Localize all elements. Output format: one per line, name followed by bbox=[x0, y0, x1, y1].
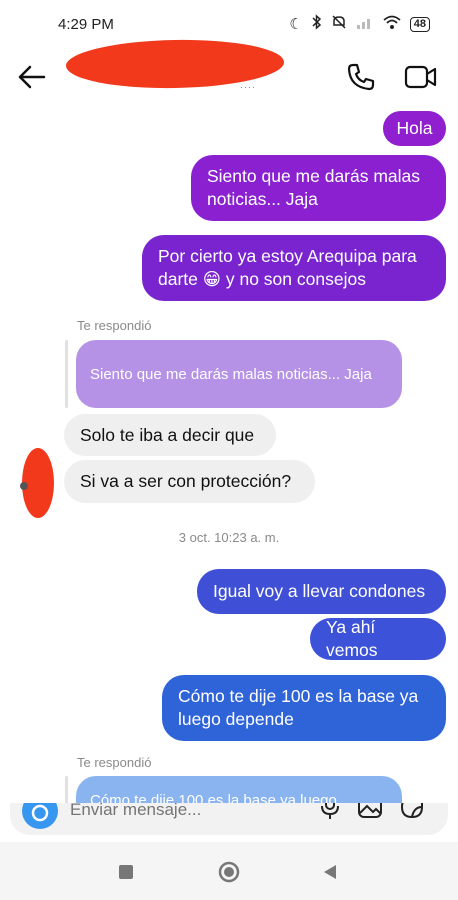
reply-indicator-bar bbox=[65, 776, 68, 806]
battery-indicator: 48 bbox=[409, 16, 430, 32]
video-camera-icon bbox=[404, 65, 437, 89]
gallery-button[interactable] bbox=[356, 803, 384, 821]
circle-icon bbox=[218, 861, 240, 883]
wifi-icon bbox=[383, 15, 401, 33]
outgoing-message[interactable]: Ya ahí vemos bbox=[310, 617, 446, 660]
incoming-message[interactable]: Solo te iba a decir que bbox=[64, 414, 276, 456]
triangle-left-icon bbox=[324, 865, 336, 879]
image-icon bbox=[358, 803, 382, 818]
outgoing-message[interactable]: Hola bbox=[383, 111, 446, 146]
incoming-message[interactable]: Si va a ser con protección? bbox=[64, 460, 315, 503]
message-text: Hola bbox=[396, 118, 433, 138]
message-text: Ya ahí vemos bbox=[326, 617, 378, 660]
message-input[interactable] bbox=[70, 803, 290, 825]
avatar bbox=[20, 482, 28, 490]
reply-label: Te respondió bbox=[77, 755, 152, 770]
recents-button[interactable] bbox=[118, 864, 140, 886]
status-bar: 4:29 PM ☾ 48 bbox=[0, 0, 458, 44]
microphone-button[interactable] bbox=[316, 803, 344, 821]
message-text: Por cierto ya estoy Arequipa para darte … bbox=[158, 246, 417, 289]
status-time: 4:29 PM bbox=[58, 16, 114, 33]
reply-indicator-bar bbox=[65, 340, 68, 408]
camera-icon bbox=[31, 804, 49, 822]
voice-call-button[interactable] bbox=[346, 62, 376, 92]
outgoing-message[interactable]: Igual voy a llevar condones bbox=[197, 569, 446, 614]
reply-label: Te respondió bbox=[77, 318, 152, 333]
message-text: Igual voy a llevar condones bbox=[213, 581, 426, 601]
quoted-message[interactable]: Siento que me darás malas noticias... Ja… bbox=[76, 340, 402, 408]
back-nav-button[interactable] bbox=[322, 864, 344, 886]
camera-button[interactable] bbox=[22, 803, 58, 829]
arrow-left-icon bbox=[18, 65, 46, 89]
message-text: Siento que me darás malas noticias... Ja… bbox=[207, 166, 421, 209]
mute-icon bbox=[331, 14, 347, 34]
video-call-button[interactable] bbox=[404, 62, 438, 92]
signal-icon bbox=[356, 15, 374, 33]
sticker-button[interactable] bbox=[398, 803, 426, 821]
sticker-icon bbox=[400, 803, 423, 819]
outgoing-message[interactable]: Siento que me darás malas noticias... Ja… bbox=[191, 155, 446, 221]
message-text: Solo te iba a decir que bbox=[80, 424, 255, 445]
message-text: Si va a ser con protección? bbox=[80, 471, 292, 491]
message-timestamp: 3 oct. 10:23 a. m. bbox=[178, 530, 280, 545]
back-button[interactable] bbox=[16, 62, 48, 92]
square-icon bbox=[119, 865, 133, 879]
message-text: Cómo te dije 100 es la base ya luego dep… bbox=[178, 686, 419, 729]
status-icons: ☾ 48 bbox=[289, 14, 430, 34]
outgoing-message[interactable]: Por cierto ya estoy Arequipa para darte … bbox=[142, 235, 446, 301]
quoted-text: Siento que me darás malas noticias... Ja… bbox=[90, 365, 372, 383]
header-subtitle: ···· bbox=[240, 82, 256, 92]
phone-icon bbox=[347, 63, 375, 91]
moon-icon: ☾ bbox=[289, 16, 303, 33]
home-button[interactable] bbox=[218, 861, 240, 883]
message-composer bbox=[10, 803, 448, 835]
outgoing-message[interactable]: Cómo te dije 100 es la base ya luego dep… bbox=[162, 675, 446, 741]
system-navigation-bar bbox=[0, 842, 458, 900]
bluetooth-icon bbox=[312, 14, 322, 34]
microphone-icon bbox=[321, 803, 339, 819]
